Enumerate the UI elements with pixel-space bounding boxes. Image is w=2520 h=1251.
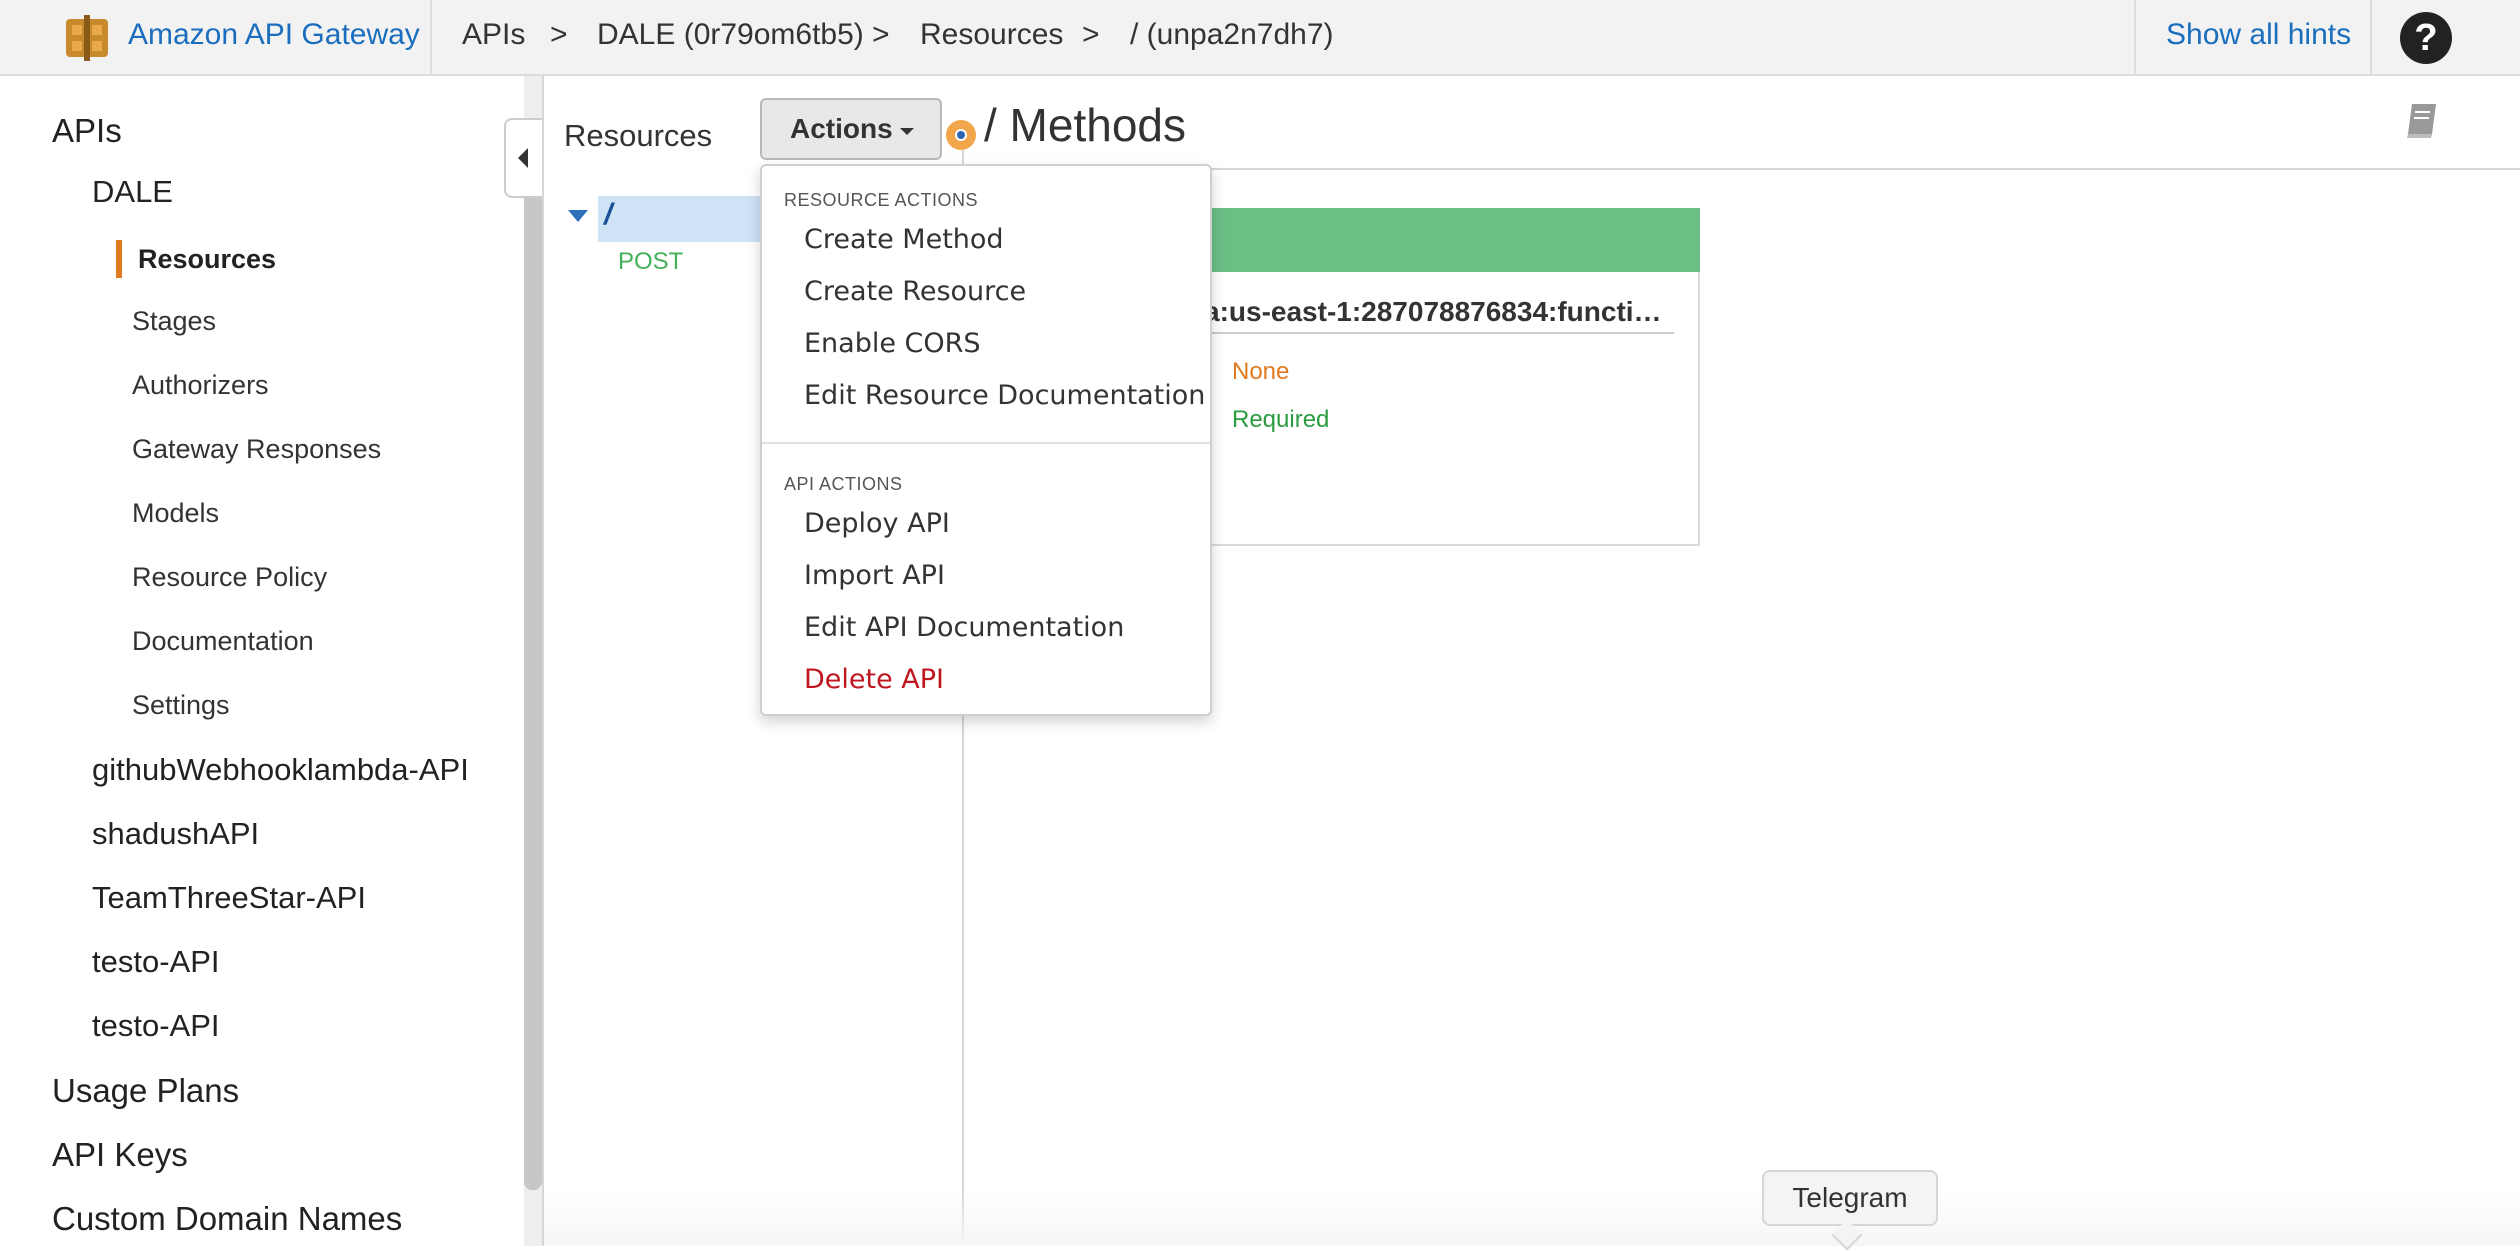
sidebar-item-apis[interactable]: APIs — [52, 112, 122, 150]
chevron-left-icon — [518, 148, 528, 168]
lambda-arn[interactable]: a:us-east-1:287078876834:functi… — [1204, 296, 1662, 328]
collapse-sidebar-button[interactable] — [504, 118, 544, 198]
divider — [542, 76, 544, 1246]
sidebar-item-api[interactable]: githubWebhooklambda-API — [92, 752, 469, 788]
sidebar-item-gateway-responses[interactable]: Gateway Responses — [132, 434, 381, 465]
active-indicator — [116, 240, 122, 278]
actions-dropdown-menu: RESOURCE ACTIONS Create Method Create Re… — [760, 164, 1212, 716]
sidebar-item-api[interactable]: shadushAPI — [92, 816, 259, 852]
show-hints-label: Show all hints — [2166, 18, 2352, 51]
sidebar-item-api[interactable]: testo-API — [92, 1008, 220, 1044]
breadcrumb-resources[interactable]: Resources — [920, 18, 1063, 52]
resources-panel-title: Resources — [564, 118, 713, 153]
service-logo-link[interactable]: Amazon API Gateway — [0, 0, 432, 76]
authorization-value: None — [1232, 358, 1290, 385]
breadcrumb-separator: > — [872, 18, 890, 51]
sidebar-item-settings[interactable]: Settings — [132, 690, 230, 721]
menu-item-create-resource[interactable]: Create Resource — [804, 276, 1026, 307]
show-hints-button[interactable]: Show all hints — [2134, 0, 2372, 76]
sidebar-item-documentation[interactable]: Documentation — [132, 626, 314, 657]
sidebar-scroll-thumb[interactable] — [524, 144, 542, 1190]
actions-dropdown-button[interactable]: Actions — [760, 98, 942, 160]
menu-section-resource-actions: RESOURCE ACTIONS — [784, 190, 979, 210]
sidebar-item-usage-plans[interactable]: Usage Plans — [52, 1072, 239, 1110]
hint-beacon-icon[interactable] — [946, 120, 976, 150]
sidebar-item-stages[interactable]: Stages — [132, 306, 216, 337]
menu-item-deploy-api[interactable]: Deploy API — [804, 508, 950, 539]
api-key-value: Required — [1232, 406, 1330, 433]
menu-item-create-method[interactable]: Create Method — [804, 224, 1004, 255]
breadcrumb-separator: > — [550, 18, 568, 51]
breadcrumb-current-resource: / (unpa2n7dh7) — [1130, 18, 1334, 51]
tooltip: Telegram — [1762, 1170, 1938, 1226]
breadcrumb-apis[interactable]: APIs — [462, 18, 525, 52]
sidebar-item-current-api[interactable]: DALE — [92, 174, 173, 210]
sidebar-item-api-keys[interactable]: API Keys — [52, 1136, 188, 1174]
tree-method-post[interactable]: POST — [618, 248, 683, 276]
menu-item-edit-resource-documentation[interactable]: Edit Resource Documentation — [804, 380, 1205, 411]
sidebar-item-api[interactable]: TeamThreeStar-API — [92, 880, 366, 916]
breadcrumb-separator: > — [1082, 18, 1100, 51]
menu-section-api-actions: API ACTIONS — [784, 474, 903, 494]
menu-item-edit-api-documentation[interactable]: Edit API Documentation — [804, 612, 1124, 643]
help-icon[interactable]: ? — [2400, 12, 2452, 64]
top-navigation-bar: Amazon API Gateway APIs > DALE (0r79om6t… — [0, 0, 2520, 76]
documentation-book-icon[interactable] — [2404, 100, 2440, 140]
page-title: / Methods — [984, 99, 1186, 151]
breadcrumb-api-name[interactable]: DALE (0r79om6tb5) — [597, 18, 864, 52]
tree-root-resource[interactable]: / — [604, 198, 612, 232]
tree-expand-arrow-icon[interactable] — [568, 210, 588, 222]
sidebar: APIs DALE Resources Stages Authorizers G… — [0, 76, 524, 1246]
app-name: Amazon API Gateway — [128, 18, 420, 51]
card-divider — [1200, 332, 1674, 334]
sidebar-item-models[interactable]: Models — [132, 498, 219, 529]
sidebar-item-authorizers[interactable]: Authorizers — [132, 370, 269, 401]
method-card-header[interactable] — [1196, 208, 1700, 272]
tree-selection-highlight — [598, 196, 762, 242]
menu-separator — [762, 442, 1210, 444]
sidebar-item-api[interactable]: testo-API — [92, 944, 220, 980]
api-gateway-logo-icon — [66, 15, 108, 61]
sidebar-item-custom-domain-names[interactable]: Custom Domain Names — [52, 1200, 402, 1238]
caret-down-icon — [900, 128, 914, 135]
menu-item-delete-api[interactable]: Delete API — [804, 664, 944, 695]
sidebar-item-resource-policy[interactable]: Resource Policy — [132, 562, 327, 593]
sidebar-item-resources[interactable]: Resources — [138, 244, 276, 275]
actions-label: Actions — [790, 113, 893, 144]
menu-item-import-api[interactable]: Import API — [804, 560, 945, 591]
menu-item-enable-cors[interactable]: Enable CORS — [804, 328, 981, 359]
bottom-fade — [544, 1190, 2520, 1246]
